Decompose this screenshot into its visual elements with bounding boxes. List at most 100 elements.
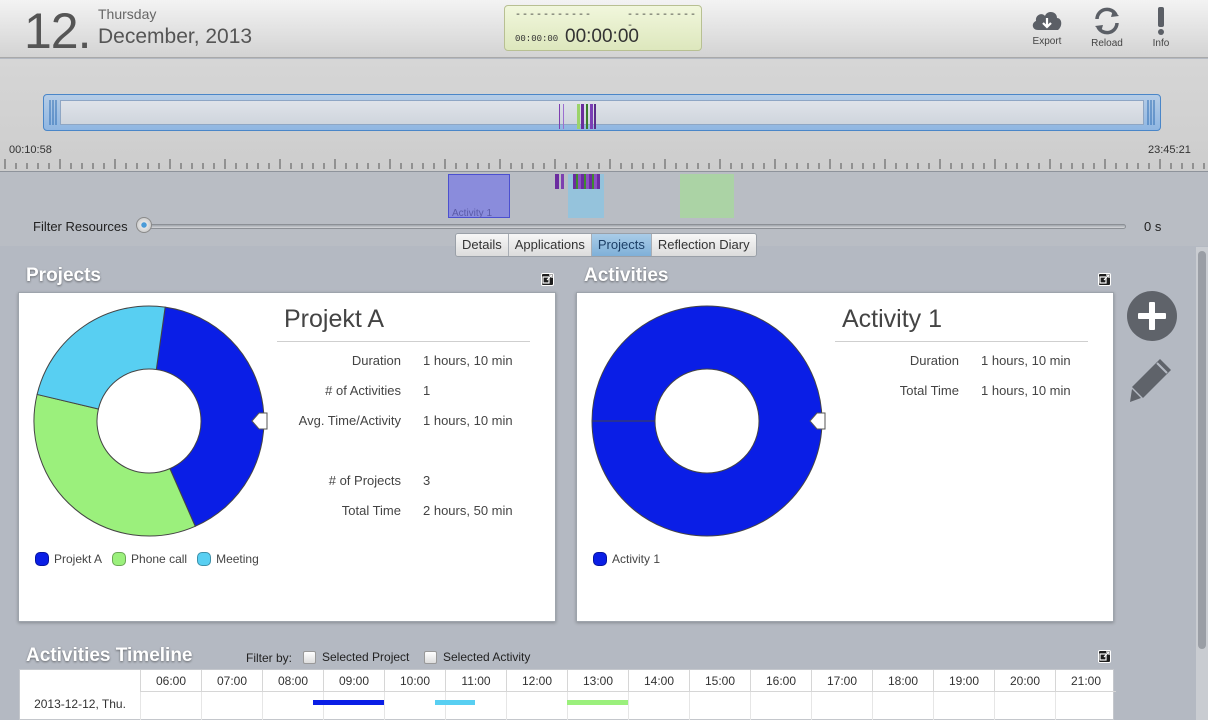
filter-slider-track[interactable] — [142, 224, 1126, 229]
legend-item-phone-call[interactable]: Phone call — [112, 552, 187, 566]
range-left-handle[interactable] — [47, 98, 59, 127]
timeline-hour-header: 13:00 — [567, 670, 628, 692]
legend-swatch — [593, 552, 607, 566]
popout-icon[interactable] — [1098, 650, 1111, 663]
weekday-label: Thursday — [98, 6, 157, 22]
edit-button[interactable] — [1128, 356, 1174, 409]
reload-icon — [1082, 6, 1132, 36]
timer-small-time: 00:00:00 — [515, 34, 559, 44]
stat-projects-value: 3 — [423, 473, 431, 488]
resource-mark — [573, 174, 600, 189]
timeline-hour-header: 10:00 — [384, 670, 445, 692]
overview-strip: 00:10:58 23:45:21 — [0, 59, 1208, 171]
timeline-bar-projekt-a[interactable] — [312, 700, 384, 705]
donut-slice-meeting — [36, 305, 166, 410]
info-label: Info — [1152, 38, 1170, 49]
timeline-cell — [1055, 692, 1116, 720]
info-icon — [1136, 6, 1186, 36]
day-number: 12. — [24, 3, 92, 59]
activities-heading: Activity 1 — [842, 305, 943, 333]
stat-projects-label: # of Projects — [328, 473, 401, 488]
checkbox[interactable] — [424, 650, 437, 664]
tab-reflection-diary[interactable]: Reflection Diary — [651, 234, 756, 256]
projects-heading: Projekt A — [284, 305, 385, 333]
projects-donut-chart[interactable] — [33, 305, 273, 545]
plus-circle-icon — [1126, 291, 1178, 346]
tab-details[interactable]: Details — [456, 234, 509, 256]
timeline-cell — [506, 692, 567, 720]
overview-mark — [559, 104, 560, 129]
legend-swatch — [112, 552, 127, 566]
timeline-filter-label: Filter by: — [246, 651, 293, 665]
filter-value: 0 s — [1144, 219, 1162, 234]
cloud-download-icon — [1022, 6, 1072, 34]
timeline-hour-header: 21:00 — [1055, 670, 1116, 692]
projects-panel: Projekt A Duration 1 hours, 10 min # of … — [18, 292, 556, 622]
timeline-bar-meeting[interactable] — [434, 700, 476, 705]
tab-applications[interactable]: Applications — [508, 234, 592, 256]
range-selector[interactable] — [43, 94, 1161, 131]
add-button[interactable] — [1126, 290, 1178, 347]
timeline-cell — [994, 692, 1055, 720]
legend-item-projekt-a[interactable]: Projekt A — [35, 552, 102, 566]
timeline-bar-phone-call[interactable] — [567, 700, 628, 705]
timeline-row-date: 2013-12-12, Thu. — [34, 697, 126, 711]
activities-title: Activities — [584, 265, 669, 286]
timeline-hour-header: 06:00 — [140, 670, 201, 692]
filter-slider-handle[interactable] — [136, 217, 152, 233]
timeline-cell — [567, 692, 628, 720]
reload-label: Reload — [1091, 38, 1123, 49]
scale-end-time: 23:45:21 — [1148, 144, 1191, 156]
info-button[interactable]: Info — [1136, 4, 1186, 54]
filter-resources-label: Filter Resources — [33, 219, 128, 234]
timeline-title: Activities Timeline — [26, 645, 193, 666]
timeline-cell — [262, 692, 323, 720]
resource-mark — [555, 174, 559, 189]
resource-mark — [561, 174, 564, 189]
checkbox-label: Selected Activity — [443, 650, 531, 664]
timeline-hour-header: 08:00 — [262, 670, 323, 692]
stat-activities-value: 1 — [423, 383, 431, 398]
filter-selected-project[interactable]: Selected Project — [303, 650, 409, 664]
filter-selected-activity[interactable]: Selected Activity — [424, 650, 530, 664]
timeline-cell — [445, 692, 506, 720]
overview-mark — [577, 104, 580, 129]
scrollbar-thumb[interactable] — [1198, 251, 1206, 649]
resource-block-phone[interactable] — [680, 174, 734, 218]
timeline-hour-header: 20:00 — [994, 670, 1055, 692]
overview-mark — [586, 104, 588, 129]
timeline-cell — [689, 692, 750, 720]
stat-avg-value: 1 hours, 10 min — [423, 413, 513, 428]
legend-label: Activity 1 — [612, 552, 661, 566]
stat-total-value: 1 hours, 10 min — [981, 383, 1071, 398]
popout-icon[interactable] — [1098, 273, 1111, 286]
view-tabs: Details Applications Projects Reflection… — [455, 233, 757, 257]
stat-activities-label: # of Activities — [325, 383, 401, 398]
stat-total-label: Total Time — [899, 383, 959, 398]
legend-item-meeting[interactable]: Meeting — [197, 552, 259, 566]
export-button[interactable]: Export — [1022, 4, 1072, 54]
activities-donut-chart[interactable] — [591, 305, 831, 545]
timeline-cell — [323, 692, 384, 720]
timeline-hour-header: 14:00 — [628, 670, 689, 692]
popout-icon[interactable] — [541, 273, 554, 286]
checkbox[interactable] — [303, 650, 316, 664]
legend-item-activity-1[interactable]: Activity 1 — [593, 552, 660, 566]
export-label: Export — [1032, 36, 1062, 47]
checkbox-label: Selected Project — [322, 650, 410, 664]
vertical-scrollbar[interactable] — [1196, 247, 1208, 720]
range-right-handle[interactable] — [1145, 98, 1157, 127]
timeline-cell — [872, 692, 933, 720]
overview-mark — [581, 104, 584, 129]
projects-legend: Projekt A Phone call Meeting — [35, 552, 269, 566]
timeline-hour-header: 19:00 — [933, 670, 994, 692]
resource-block-activity[interactable]: Activity 1 — [448, 174, 510, 219]
tab-projects[interactable]: Projects — [591, 234, 652, 256]
donut-slice-phone-call — [33, 393, 196, 537]
overview-mark — [563, 104, 564, 129]
overview-mark — [590, 104, 593, 129]
month-year-label: December, 2013 — [98, 25, 253, 48]
reload-button[interactable]: Reload — [1082, 4, 1132, 54]
heading-divider — [277, 341, 530, 342]
timeline-hour-header: 17:00 — [811, 670, 872, 692]
